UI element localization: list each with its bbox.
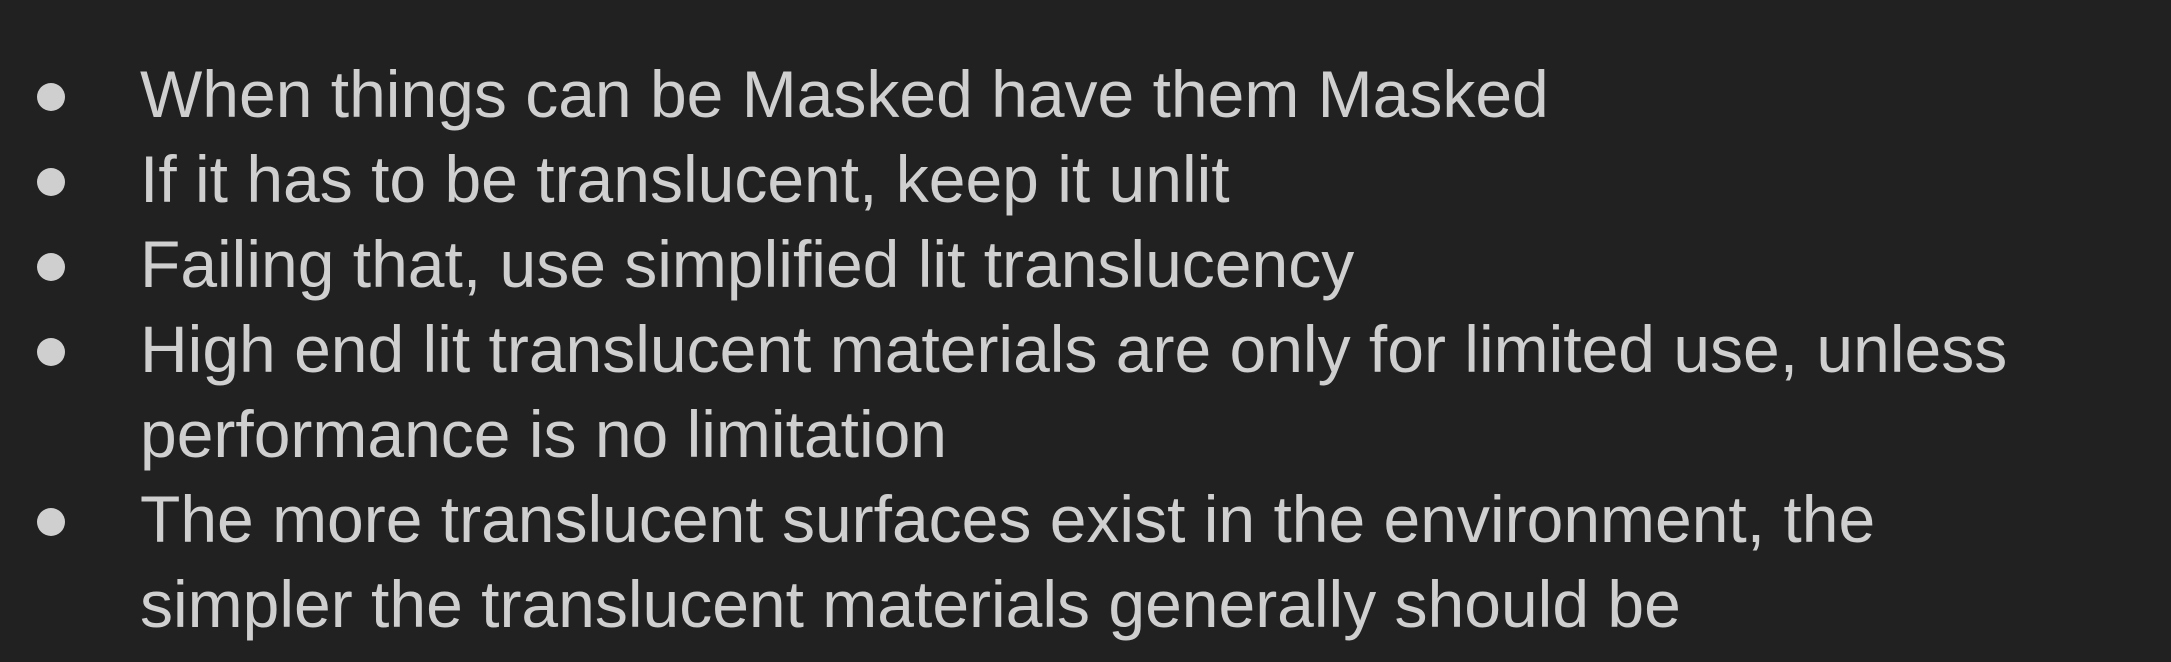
bullet-dot-icon bbox=[37, 338, 65, 366]
bullet-item: Failing that, use simplified lit translu… bbox=[0, 222, 2171, 307]
bullet-line: performance is no limitation bbox=[140, 397, 948, 471]
bullet-item: When things can be Masked have them Mask… bbox=[0, 52, 2171, 137]
bullet-text: Failing that, use simplified lit translu… bbox=[140, 222, 2151, 307]
bullet-dot-icon bbox=[37, 168, 65, 196]
bullet-list: When things can be Masked have them Mask… bbox=[0, 52, 2171, 647]
bullet-text: High end lit translucent materials are o… bbox=[140, 307, 2151, 477]
bullet-line: If it has to be translucent, keep it unl… bbox=[140, 142, 1230, 216]
bullet-line: Failing that, use simplified lit translu… bbox=[140, 227, 1355, 301]
bullet-text: When things can be Masked have them Mask… bbox=[140, 52, 2151, 137]
bullet-line: The more translucent surfaces exist in t… bbox=[140, 482, 1876, 556]
bullet-line: When things can be Masked have them Mask… bbox=[140, 57, 1549, 131]
bullet-item: High end lit translucent materials are o… bbox=[0, 307, 2171, 477]
bullet-line: High end lit translucent materials are o… bbox=[140, 312, 2008, 386]
bullet-text: If it has to be translucent, keep it unl… bbox=[140, 137, 2151, 222]
bullet-line: simpler the translucent materials genera… bbox=[140, 567, 1681, 641]
bullet-text: The more translucent surfaces exist in t… bbox=[140, 477, 2151, 647]
slide: When things can be Masked have them Mask… bbox=[0, 0, 2171, 662]
bullet-dot-icon bbox=[37, 83, 65, 111]
bullet-item: The more translucent surfaces exist in t… bbox=[0, 477, 2171, 647]
bullet-item: If it has to be translucent, keep it unl… bbox=[0, 137, 2171, 222]
bullet-dot-icon bbox=[37, 253, 65, 281]
bullet-dot-icon bbox=[37, 508, 65, 536]
